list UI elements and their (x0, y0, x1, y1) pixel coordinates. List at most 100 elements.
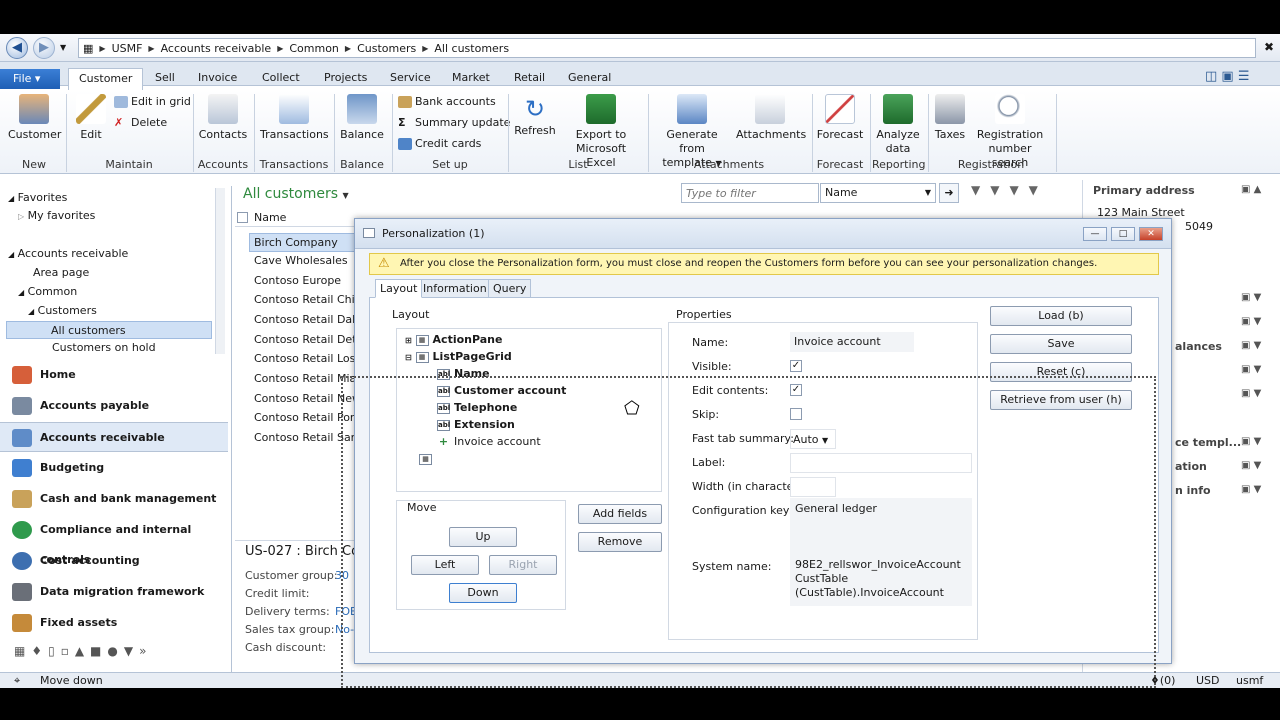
maximize-button[interactable]: □ (1111, 227, 1135, 241)
customer-button[interactable]: Customer (8, 94, 61, 142)
nav-customers-on-hold[interactable]: Customers on hold (52, 341, 156, 354)
tree-node-empty[interactable]: ▦ (419, 452, 436, 465)
status-company[interactable]: usmf (1236, 674, 1263, 687)
factbox-controls-icons[interactable]: ▣ ▼ (1241, 436, 1261, 447)
contacts-button[interactable]: Contacts (198, 94, 248, 142)
tab-query[interactable]: Query (488, 279, 532, 298)
tree-node-action-pane[interactable]: ⊞ ▦ ActionPane (405, 333, 502, 346)
taxes-button[interactable]: Taxes (932, 94, 968, 142)
edit-in-grid-button[interactable]: Edit in grid (114, 95, 191, 108)
table-row[interactable]: Contoso Retail Mian (254, 372, 363, 385)
bank-accounts-button[interactable]: Bank accounts (398, 95, 496, 108)
retrieve-from-user-button[interactable]: Retrieve from user (h) (990, 390, 1132, 410)
breadcrumb-company[interactable]: USMF (112, 42, 143, 55)
file-menu-button[interactable]: File ▾ (0, 69, 60, 89)
filter-funnel-icons[interactable]: ▼▼▼▼ (971, 183, 1048, 197)
tab-market[interactable]: Market (452, 71, 490, 84)
delete-button[interactable]: ✗ Delete (114, 116, 167, 129)
alerts-bell-icon[interactable]: ♦(0) (1150, 674, 1175, 687)
window-layout-icons[interactable]: ◫ ▣ ☰ (1205, 69, 1249, 84)
nav-area-page[interactable]: Area page (33, 266, 89, 279)
nav-all-customers-selected[interactable]: All customers (6, 321, 212, 339)
tree-node-telephone[interactable]: abl Telephone (437, 401, 517, 414)
nav-common[interactable]: ◢ Common (18, 285, 77, 298)
prop-edit-contents-checkbox[interactable]: ✓ (790, 384, 802, 396)
select-all-checkbox[interactable] (237, 212, 248, 223)
module-cost-accounting[interactable]: Cost accounting (0, 546, 228, 576)
column-header-name[interactable]: Name (254, 211, 286, 224)
tree-node-invoice-account[interactable]: + Invoice account (437, 435, 541, 448)
table-row[interactable]: Contoso Retail Dalla (254, 313, 365, 326)
prop-name-value[interactable]: Invoice account (790, 332, 914, 352)
forecast-button[interactable]: Forecast (816, 94, 864, 142)
tab-customer[interactable]: Customer (68, 68, 144, 90)
prop-width-input[interactable] (790, 477, 836, 497)
prop-fast-tab-select[interactable]: Auto ▼ (790, 429, 836, 449)
factbox-controls-icons[interactable]: ▣ ▼ (1241, 364, 1261, 375)
tree-node-customer-account[interactable]: abl Customer account (437, 384, 566, 397)
module-accounts-payable[interactable]: Accounts payable (0, 391, 228, 421)
move-left-button[interactable]: Left (411, 555, 479, 575)
breadcrumb-common[interactable]: Common (289, 42, 339, 55)
table-row[interactable]: Contoso Retail Portl (254, 411, 362, 424)
save-button[interactable]: Save (990, 334, 1132, 354)
move-down-button[interactable]: Down (449, 583, 517, 603)
tab-invoice[interactable]: Invoice (198, 71, 237, 84)
load-button[interactable]: Load (b) (990, 306, 1132, 326)
edit-button[interactable]: Edit (72, 94, 110, 142)
factbox-controls-icons[interactable]: ▣ ▼ (1241, 388, 1261, 399)
factbox-controls-icons[interactable]: ▣ ▼ (1241, 292, 1261, 303)
table-row[interactable]: Contoso Retail Los A (254, 352, 366, 365)
summary-update-button[interactable]: Σ Summary update (398, 116, 510, 129)
filter-input[interactable] (681, 183, 819, 203)
attachments-button[interactable]: Attachments (736, 94, 806, 142)
table-row[interactable]: Contoso Europe (254, 274, 341, 287)
help-icon[interactable]: ✖ (1264, 40, 1274, 54)
transactions-button[interactable]: Transactions (260, 94, 329, 142)
table-row[interactable]: Birch Company (249, 233, 359, 252)
breadcrumb-all-customers[interactable]: All customers (434, 42, 509, 55)
module-cash-and-bank[interactable]: Cash and bank management (0, 484, 228, 514)
add-fields-button[interactable]: Add fields (578, 504, 662, 524)
forward-arrow-icon[interactable]: ▶ (33, 37, 55, 59)
table-row[interactable]: Contoso Retail Chica (254, 293, 367, 306)
tab-general[interactable]: General (568, 71, 611, 84)
minimize-button[interactable]: — (1083, 227, 1107, 241)
tab-retail[interactable]: Retail (514, 71, 545, 84)
nav-favorites-toggle[interactable]: ◢ Favorites (8, 191, 67, 204)
credit-cards-button[interactable]: Credit cards (398, 137, 481, 150)
status-currency[interactable]: USD (1196, 674, 1220, 687)
table-row[interactable]: Contoso Retail San D (254, 431, 370, 444)
tab-information[interactable]: Information (418, 279, 492, 298)
prop-skip-checkbox[interactable] (790, 408, 802, 420)
tree-node-extension[interactable]: abl Extension (437, 418, 515, 431)
dialog-titlebar[interactable]: Personalization (1) — □ ✕ (355, 219, 1171, 249)
move-up-button[interactable]: Up (449, 527, 517, 547)
move-right-button[interactable]: Right (489, 555, 557, 575)
factbox-controls-icons[interactable]: ▣ ▼ (1241, 340, 1261, 351)
apply-filter-arrow-icon[interactable]: ➜ (939, 183, 959, 203)
module-home[interactable]: Home (0, 360, 228, 390)
prop-visible-checkbox[interactable]: ✓ (790, 360, 802, 372)
tab-projects[interactable]: Projects (324, 71, 367, 84)
close-button[interactable]: ✕ (1139, 227, 1163, 241)
tab-layout[interactable]: Layout (375, 279, 423, 298)
list-title[interactable]: All customers ▼ (243, 186, 349, 202)
factbox-controls-icons[interactable]: ▣ ▼ (1241, 316, 1261, 327)
history-dropdown-icon[interactable]: ▼ (60, 43, 66, 52)
module-compliance[interactable]: Compliance and internal controls (0, 515, 228, 566)
layout-tree[interactable]: ⊞ ▦ ActionPane ⊟ ▦ ListPageGrid abl Name ab… (396, 328, 662, 492)
table-row[interactable]: Contoso Retail New (254, 392, 361, 405)
table-row[interactable]: Cave Wholesales (254, 254, 348, 267)
breadcrumb-module[interactable]: Accounts receivable (161, 42, 272, 55)
reset-button[interactable]: Reset (c) (990, 362, 1132, 382)
module-budgeting[interactable]: Budgeting (0, 453, 228, 483)
breadcrumb-customers[interactable]: Customers (357, 42, 416, 55)
tab-collect[interactable]: Collect (262, 71, 300, 84)
balance-button[interactable]: Balance (338, 94, 386, 142)
nav-customers[interactable]: ◢ Customers (28, 304, 97, 317)
factbox-controls-icons[interactable]: ▣ ▼ (1241, 484, 1261, 495)
remove-button[interactable]: Remove (578, 532, 662, 552)
module-accounts-receivable[interactable]: Accounts receivable (0, 422, 228, 452)
nav-accounts-receivable[interactable]: ◢ Accounts receivable (8, 247, 128, 260)
